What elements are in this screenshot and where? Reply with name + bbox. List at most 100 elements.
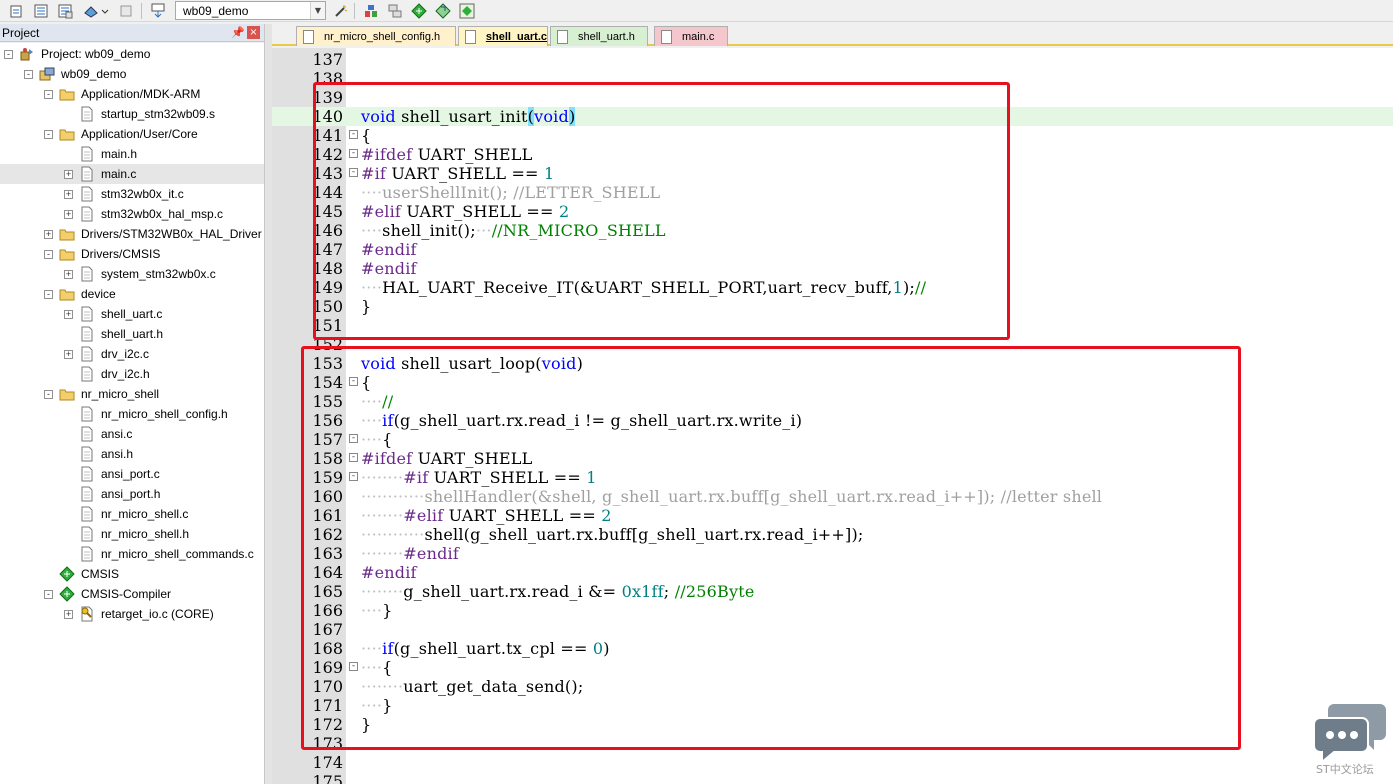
chevron-down-icon[interactable] [100,2,110,19]
code-line[interactable]: 169- ····{ [272,658,1393,677]
tree-item[interactable]: drv_i2c.h [0,364,264,384]
collapse-icon[interactable]: - [44,590,53,599]
collapse-icon[interactable]: - [4,50,13,59]
code-line[interactable]: 163 ········#endif [272,544,1393,563]
fold-toggle-icon[interactable]: - [349,377,358,386]
tree-item[interactable]: - Application/User/Core [0,124,264,144]
expand-icon[interactable]: + [64,350,73,359]
code-line[interactable]: 138 [272,69,1393,88]
code-line[interactable]: 174 [272,753,1393,772]
code-line[interactable]: 172} [272,715,1393,734]
tree-item[interactable]: nr_micro_shell.c [0,504,264,524]
tree-item[interactable]: - Drivers/CMSIS [0,244,264,264]
code-line[interactable]: 140 void shell_usart_init(void) [272,107,1393,126]
fold-toggle-icon[interactable]: - [349,149,358,158]
code-line[interactable]: 151 [272,316,1393,335]
collapse-icon[interactable]: - [44,250,53,259]
close-icon[interactable]: × [247,26,260,39]
code-line[interactable]: 149 ····HAL_UART_Receive_IT(&UART_SHELL_P… [272,278,1393,297]
fold-toggle-icon[interactable]: - [349,453,358,462]
tree-item[interactable]: + system_stm32wb0x.c [0,264,264,284]
tree-item[interactable]: + Drivers/STM32WB0x_HAL_Driver [0,224,264,244]
code-line[interactable]: 155 ····// [272,392,1393,411]
code-line[interactable]: 145 #elif UART_SHELL == 2 [272,202,1393,221]
code-line[interactable]: 141-{ [272,126,1393,145]
code-line[interactable]: 159- ········#if UART_SHELL == 1 [272,468,1393,487]
tree-item[interactable]: - Application/MDK-ARM [0,84,264,104]
code-line[interactable]: 161 ········#elif UART_SHELL == 2 [272,506,1393,525]
options-wand-icon[interactable] [332,2,350,19]
batch-build-icon[interactable] [82,2,100,19]
code-line[interactable]: 166 ····} [272,601,1393,620]
chevron-down-icon[interactable]: ▼ [310,2,325,19]
tree-item[interactable]: main.h [0,144,264,164]
code-line[interactable]: 165 ········g_shell_uart.rx.read_i &= 0x1… [272,582,1393,601]
collapse-icon[interactable]: - [44,390,53,399]
expand-icon[interactable]: + [44,230,53,239]
code-line[interactable]: 162 ············shell(g_shell_uart.rx.buf… [272,525,1393,544]
tree-item[interactable]: ansi.h [0,444,264,464]
pack-installer-icon[interactable] [410,2,428,19]
tree-item[interactable]: nr_micro_shell.h [0,524,264,544]
code-line[interactable]: 173 [272,734,1393,753]
code-line[interactable]: 144 ····userShellInit(); //LETTER_SHELL [272,183,1393,202]
expand-icon[interactable]: + [64,310,73,319]
fold-toggle-icon[interactable]: - [349,168,358,177]
expand-icon[interactable]: + [64,190,73,199]
tree-item[interactable]: + retarget_io.c (CORE) [0,604,264,624]
code-line[interactable]: 137 [272,50,1393,69]
tree-item[interactable]: ansi_port.h [0,484,264,504]
tree-item[interactable]: + main.c [0,164,264,184]
expand-icon[interactable]: + [64,610,73,619]
tree-item[interactable]: - Project: wb09_demo [0,44,264,64]
editor-tab[interactable]: shell_uart.h [550,26,648,46]
select-packs-icon[interactable] [434,2,452,19]
tree-item[interactable]: startup_stm32wb09.s [0,104,264,124]
code-line[interactable]: 146 ····shell_init();···//NR_MICRO_SHELL [272,221,1393,240]
panel-splitter[interactable] [264,24,272,784]
fold-toggle-icon[interactable]: - [349,472,358,481]
tree-item[interactable]: + stm32wb0x_it.c [0,184,264,204]
target-select[interactable]: wb09_demo ▼ [175,1,326,20]
tree-item[interactable]: - CMSIS-Compiler [0,584,264,604]
code-editor[interactable]: 137 138 139 140 void shell_usart_init(void) 1… [272,48,1393,784]
download-icon[interactable] [149,2,167,19]
code-line[interactable]: 175 [272,772,1393,784]
fold-toggle-icon[interactable]: - [349,662,358,671]
rebuild-icon[interactable] [56,2,74,19]
tree-item[interactable]: nr_micro_shell_commands.c [0,544,264,564]
tree-item[interactable]: - device [0,284,264,304]
code-line[interactable]: 168 ····if(g_shell_uart.tx_cpl == 0) [272,639,1393,658]
code-line[interactable]: 143- #if UART_SHELL == 1 [272,164,1393,183]
expand-icon[interactable]: + [64,210,73,219]
collapse-icon[interactable]: - [44,130,53,139]
fold-toggle-icon[interactable]: - [349,434,358,443]
code-line[interactable]: 164 #endif [272,563,1393,582]
editor-tab[interactable]: shell_uart.c [458,26,548,46]
collapse-icon[interactable]: - [24,70,33,79]
tree-item[interactable]: + drv_i2c.c [0,344,264,364]
code-line[interactable]: 167 [272,620,1393,639]
editor-tab[interactable]: main.c [654,26,728,46]
pin-icon[interactable]: 📌 [231,26,245,39]
tree-item[interactable]: CMSIS [0,564,264,584]
tree-item[interactable]: shell_uart.h [0,324,264,344]
manage-rte-icon[interactable] [458,2,476,19]
stop-build-icon[interactable] [117,2,135,19]
fold-toggle-icon[interactable]: - [349,130,358,139]
code-line[interactable]: 157- ····{ [272,430,1393,449]
translate-icon[interactable] [8,2,26,19]
code-line[interactable]: 142- #ifdef UART_SHELL [272,145,1393,164]
tree-item[interactable]: nr_micro_shell_config.h [0,404,264,424]
code-line[interactable]: 150} [272,297,1393,316]
code-line[interactable]: 160 ············shellHandler(&shell, g_sh… [272,487,1393,506]
tree-item[interactable]: - wb09_demo [0,64,264,84]
expand-icon[interactable]: + [64,170,73,179]
tree-item[interactable]: + stm32wb0x_hal_msp.c [0,204,264,224]
code-line[interactable]: 147 #endif [272,240,1393,259]
tree-item[interactable]: + shell_uart.c [0,304,264,324]
code-line[interactable]: 170 ········uart_get_data_send(); [272,677,1393,696]
tree-item[interactable]: - nr_micro_shell [0,384,264,404]
code-line[interactable]: 152 [272,335,1393,354]
editor-tab[interactable]: nr_micro_shell_config.h [296,26,456,46]
